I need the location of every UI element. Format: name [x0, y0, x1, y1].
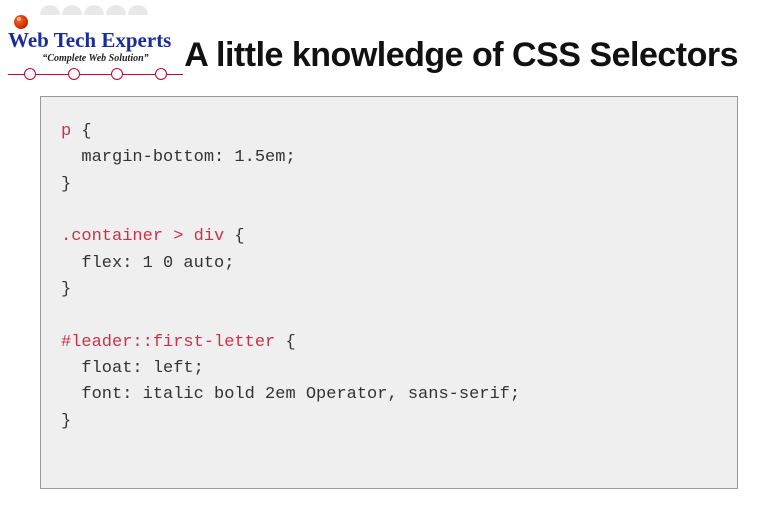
selector-1: p — [61, 122, 71, 141]
declaration-1-0: margin-bottom: 1.5em; — [81, 148, 295, 167]
code-example: p { margin-bottom: 1.5em; } .container >… — [40, 96, 738, 489]
selector-2: .container > div — [61, 227, 224, 246]
selector-3: #leader::first-letter — [61, 333, 275, 352]
declaration-3-0: float: left; — [81, 359, 203, 378]
brand-tagline: “Complete Web Solution” — [8, 53, 183, 64]
declaration-3-1: font: italic bold 2em Operator, sans-ser… — [81, 385, 520, 404]
brand-logo: Web Tech Experts “Complete Web Solution” — [8, 5, 183, 82]
cloud-decoration — [40, 5, 183, 15]
declaration-2-0: flex: 1 0 auto; — [81, 254, 234, 273]
globe-icon — [14, 15, 28, 29]
brand-title: Web Tech Experts — [8, 30, 183, 51]
slide-title: A little knowledge of CSS Selectors — [184, 36, 738, 75]
decoration-line — [8, 66, 183, 82]
